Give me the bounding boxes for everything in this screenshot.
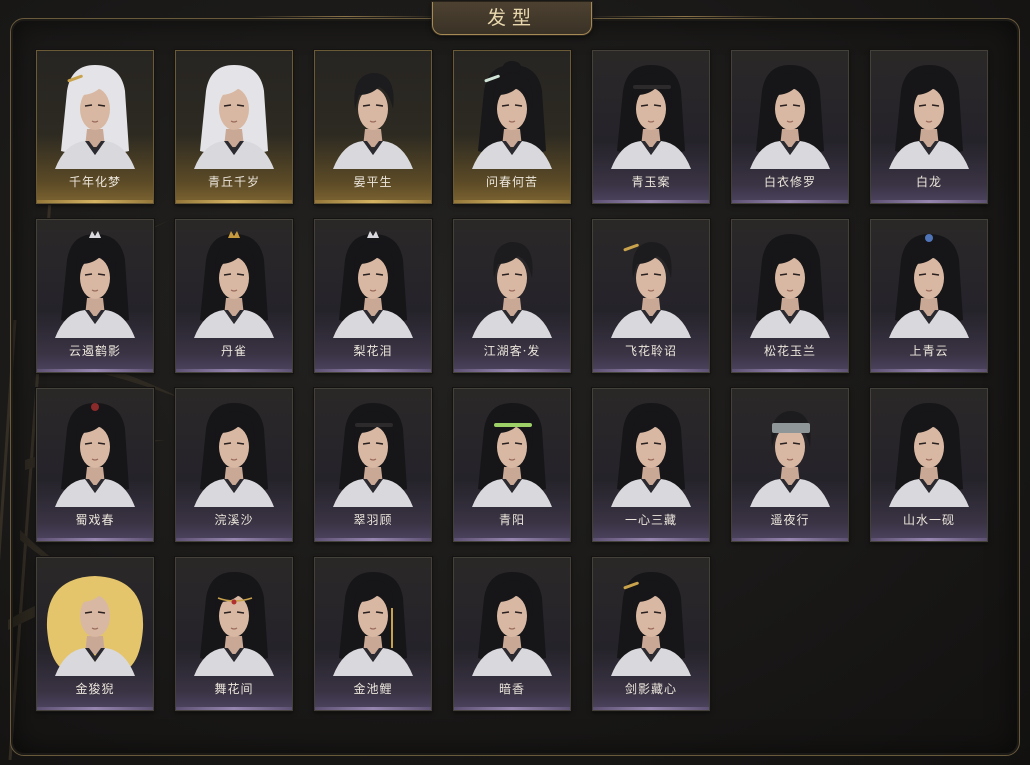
- header-divider-right: [590, 16, 780, 17]
- hairstyle-card[interactable]: 白衣修罗: [731, 50, 849, 204]
- hairstyle-label: 蜀戏春: [75, 513, 115, 527]
- hairstyle-card[interactable]: 千年化梦: [36, 50, 154, 204]
- hairstyle-portrait: [889, 234, 969, 338]
- hairstyle-portrait: [611, 65, 691, 169]
- hairstyle-portrait: [194, 65, 274, 169]
- hairstyle-portrait: [46, 576, 144, 676]
- hairstyle-portrait: [194, 403, 274, 507]
- hairstyle-label: 山水一砚: [902, 513, 955, 527]
- hairstyle-portrait: [55, 65, 135, 169]
- hairstyle-card[interactable]: 翠羽顾: [314, 388, 432, 542]
- hairstyle-portrait: [611, 403, 691, 507]
- hairstyle-label: 舞花间: [214, 682, 254, 696]
- hairstyle-portrait: [333, 73, 413, 169]
- hairstyle-card[interactable]: 青玉案: [592, 50, 710, 204]
- hairstyle-label: 青玉案: [631, 175, 671, 189]
- hairstyle-label: 金狻猊: [75, 682, 115, 696]
- hairstyle-card[interactable]: 浣溪沙: [175, 388, 293, 542]
- hairstyle-portrait: [611, 242, 691, 338]
- page-title: 发型: [432, 2, 592, 35]
- hairstyle-label: 暗香: [498, 682, 525, 696]
- hairstyle-card[interactable]: 云遏鹤影: [36, 219, 154, 373]
- hairstyle-portrait: [194, 572, 274, 676]
- hairstyle-card[interactable]: 蜀戏春: [36, 388, 154, 542]
- hairstyle-portrait: [611, 572, 691, 676]
- wardrobe-screen: 发型 千年化梦 青丘千岁 晏平生 问春何苦 青玉案 白衣修罗 白龙云遏鹤影 丹雀 梨花泪 江湖客·…: [0, 0, 1030, 765]
- hairstyle-label: 晏平生: [353, 175, 393, 189]
- hairstyle-card[interactable]: 剑影藏心: [592, 557, 710, 711]
- hairstyle-label: 一心三藏: [624, 513, 677, 527]
- hairstyle-portrait: [472, 61, 552, 169]
- hairstyle-card[interactable]: 金狻猊: [36, 557, 154, 711]
- hairstyle-card[interactable]: 白龙: [870, 50, 988, 204]
- hairstyle-label: 金池鲤: [353, 682, 393, 696]
- hairstyle-label: 剑影藏心: [624, 682, 677, 696]
- hairstyle-label: 飞花聆诏: [624, 344, 677, 358]
- hairstyle-card[interactable]: 丹雀: [175, 219, 293, 373]
- header-divider-left: [250, 16, 440, 17]
- hairstyle-card[interactable]: 飞花聆诏: [592, 219, 710, 373]
- hairstyle-card[interactable]: 松花玉兰: [731, 219, 849, 373]
- hairstyle-label: 白龙: [915, 175, 942, 189]
- hairstyle-label: 云遏鹤影: [68, 344, 121, 358]
- hairstyle-label: 江湖客·发: [483, 344, 541, 358]
- hairstyle-portrait: [333, 231, 413, 338]
- hairstyle-card[interactable]: 青丘千岁: [175, 50, 293, 204]
- hairstyle-card[interactable]: 遥夜行: [731, 388, 849, 542]
- hairstyle-portrait: [472, 572, 552, 676]
- hairstyle-label: 千年化梦: [68, 175, 121, 189]
- hairstyle-card[interactable]: 上青云: [870, 219, 988, 373]
- hairstyle-label: 青阳: [498, 513, 525, 527]
- hairstyle-card[interactable]: 舞花间: [175, 557, 293, 711]
- hairstyle-label: 梨花泪: [353, 344, 393, 358]
- hairstyle-portrait: [472, 242, 552, 338]
- panel-header: 发型: [0, 0, 1030, 40]
- hairstyle-card[interactable]: 青阳: [453, 388, 571, 542]
- hairstyle-label: 白衣修罗: [763, 175, 816, 189]
- hairstyle-card[interactable]: 江湖客·发: [453, 219, 571, 373]
- hairstyle-portrait: [194, 231, 274, 338]
- hairstyle-card[interactable]: 暗香: [453, 557, 571, 711]
- hairstyle-portrait: [750, 65, 830, 169]
- hairstyle-portrait: [889, 65, 969, 169]
- hairstyle-label: 松花玉兰: [763, 344, 816, 358]
- hairstyle-label: 问春何苦: [485, 175, 538, 189]
- hairstyle-card[interactable]: 金池鲤: [314, 557, 432, 711]
- hairstyle-label: 青丘千岁: [207, 175, 260, 189]
- hairstyle-portrait: [333, 572, 413, 676]
- hairstyle-label: 翠羽顾: [353, 513, 393, 527]
- hairstyle-card[interactable]: 问春何苦: [453, 50, 571, 204]
- hairstyle-card[interactable]: 梨花泪: [314, 219, 432, 373]
- hairstyle-portrait: [750, 411, 830, 507]
- hairstyle-card[interactable]: 山水一砚: [870, 388, 988, 542]
- hairstyle-label: 遥夜行: [770, 513, 810, 527]
- hairstyle-portrait: [55, 231, 135, 338]
- hairstyle-portrait: [750, 234, 830, 338]
- hairstyle-label: 浣溪沙: [214, 513, 254, 527]
- hairstyle-card[interactable]: 晏平生: [314, 50, 432, 204]
- hairstyle-portrait: [472, 403, 552, 507]
- hairstyle-card[interactable]: 一心三藏: [592, 388, 710, 542]
- hairstyle-label: 丹雀: [220, 344, 247, 358]
- hairstyle-portrait: [889, 403, 969, 507]
- hairstyle-portrait: [333, 403, 413, 507]
- hairstyle-portrait: [55, 403, 135, 507]
- hairstyle-label: 上青云: [909, 344, 949, 358]
